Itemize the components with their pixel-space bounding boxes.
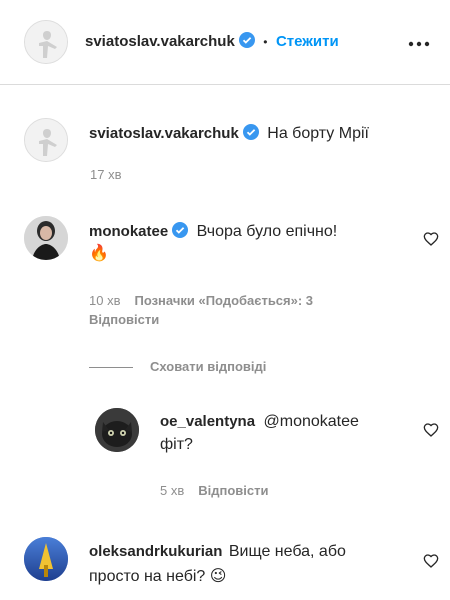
hide-replies-button[interactable]: Сховати відповіді xyxy=(150,359,266,374)
comment-kukurian-line: oleksandrkukurian Вище неба, або xyxy=(89,543,346,561)
wink-emoji: 😉 xyxy=(209,568,227,585)
comment-time[interactable]: 10 хв xyxy=(89,293,120,308)
reply-button[interactable]: Відповісти xyxy=(198,483,268,498)
like-heart-icon[interactable] xyxy=(423,231,439,247)
comment-time[interactable]: 5 хв xyxy=(160,483,184,498)
header-divider xyxy=(0,84,450,85)
comment-avatar-oleksandrkukurian[interactable] xyxy=(24,537,68,581)
comment-avatar-oe_valentyna[interactable] xyxy=(95,408,139,452)
caption-line: sviatoslav.vakarchuk На борту Мрії xyxy=(89,124,369,143)
comment-text: фіт? xyxy=(160,436,193,453)
follow-button[interactable]: Стежити xyxy=(276,33,339,50)
verified-icon xyxy=(242,124,259,140)
like-heart-icon[interactable] xyxy=(423,422,439,438)
comment-likes[interactable]: Позначки «Подобається»: 3 xyxy=(134,293,313,308)
comment-text-line1: Вище неба, або xyxy=(228,543,346,560)
header-separator: • xyxy=(263,35,268,49)
comment-username[interactable]: oleksandrkukurian xyxy=(89,543,222,560)
comment-text: Вчора було епічно! xyxy=(196,223,338,240)
verified-icon xyxy=(238,32,255,48)
comment-username[interactable]: oe_valentyna xyxy=(160,413,255,430)
header-avatar[interactable] xyxy=(24,20,68,64)
header-username[interactable]: sviatoslav.vakarchuk xyxy=(85,33,235,50)
comment-monokatee-line: monokatee Вчора було епічно! xyxy=(89,222,337,241)
header-user: sviatoslav.vakarchuk • Стежити xyxy=(85,32,339,51)
like-heart-icon[interactable] xyxy=(423,553,439,569)
caption-avatar[interactable] xyxy=(24,118,68,162)
comment-kukurian-line2: просто на небі? 😉 xyxy=(89,566,226,586)
comment-avatar-monokatee[interactable] xyxy=(24,216,68,260)
fire-emoji: 🔥 xyxy=(89,245,109,262)
comment-username[interactable]: monokatee xyxy=(89,223,168,240)
caption-text: На борту Мрії xyxy=(267,125,369,142)
comment-text-line2: просто на небі? xyxy=(89,568,206,585)
caption-time[interactable]: 17 хв xyxy=(90,167,121,182)
replies-line xyxy=(89,367,133,368)
reply-valentyna-line: oe_valentyna @monokatee xyxy=(160,413,359,431)
reply-button[interactable]: Відповісти xyxy=(89,312,159,327)
more-horizontal-icon[interactable] xyxy=(408,36,430,47)
comment-mention[interactable]: @monokatee xyxy=(264,413,359,430)
reply-valentyna-meta: 5 хв Відповісти xyxy=(160,482,269,500)
comment-monokatee-meta: 10 хв Позначки «Подобається»: 3 xyxy=(89,290,379,312)
caption-username[interactable]: sviatoslav.vakarchuk xyxy=(89,125,239,142)
verified-icon xyxy=(172,222,189,238)
